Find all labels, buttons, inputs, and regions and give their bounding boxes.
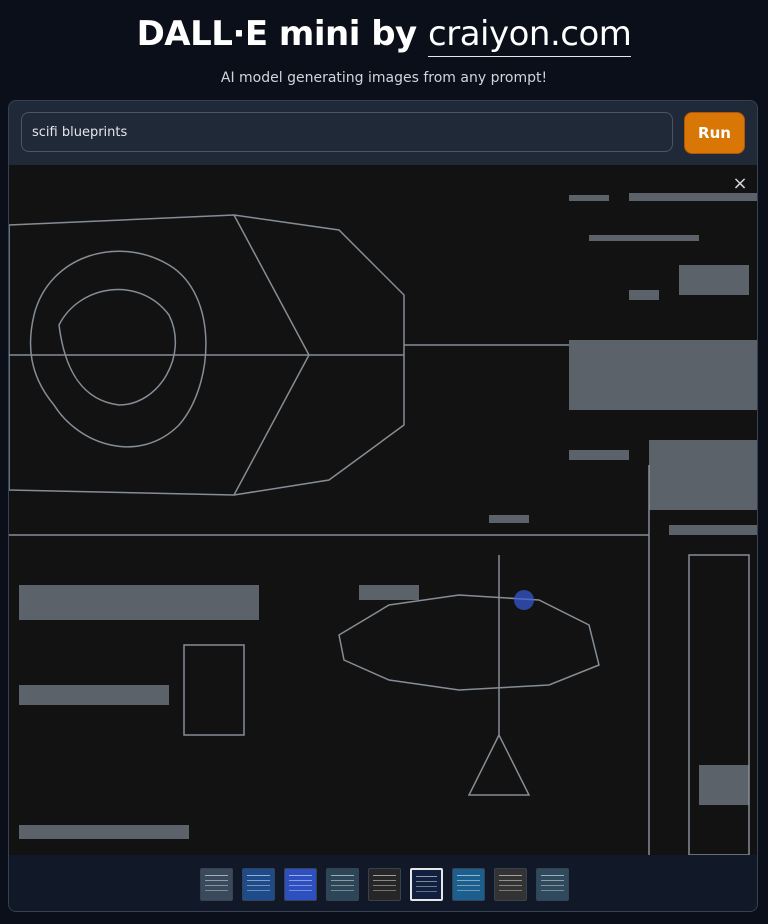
thumbnail-7[interactable] xyxy=(451,867,485,901)
thumbnail-strip xyxy=(9,855,757,911)
thumbnail-3[interactable] xyxy=(283,867,317,901)
blueprint-image xyxy=(9,165,757,855)
thumbnail-2[interactable] xyxy=(241,867,275,901)
thumbnail-8[interactable] xyxy=(493,867,527,901)
page-subtitle: AI model generating images from any prom… xyxy=(220,70,548,86)
brand-link[interactable]: craiyon.com xyxy=(428,14,632,57)
prompt-row: Run xyxy=(21,112,745,154)
thumbnail-1[interactable] xyxy=(199,867,233,901)
prompt-input[interactable] xyxy=(21,112,673,152)
close-icon[interactable]: × xyxy=(729,173,751,195)
page-title: DALL·E mini by craiyon.com xyxy=(0,12,768,57)
thumbnail-9[interactable] xyxy=(535,867,569,901)
thumbnail-4[interactable] xyxy=(325,867,359,901)
run-button[interactable]: Run xyxy=(684,112,745,154)
generated-image[interactable]: × xyxy=(9,165,757,855)
main-panel: Run xyxy=(8,100,758,912)
thumbnail-6[interactable] xyxy=(409,867,443,901)
thumbnail-5[interactable] xyxy=(367,867,401,901)
title-prefix: DALL·E mini by xyxy=(136,14,429,54)
header: DALL·E mini by craiyon.com AI model gene… xyxy=(0,0,768,86)
